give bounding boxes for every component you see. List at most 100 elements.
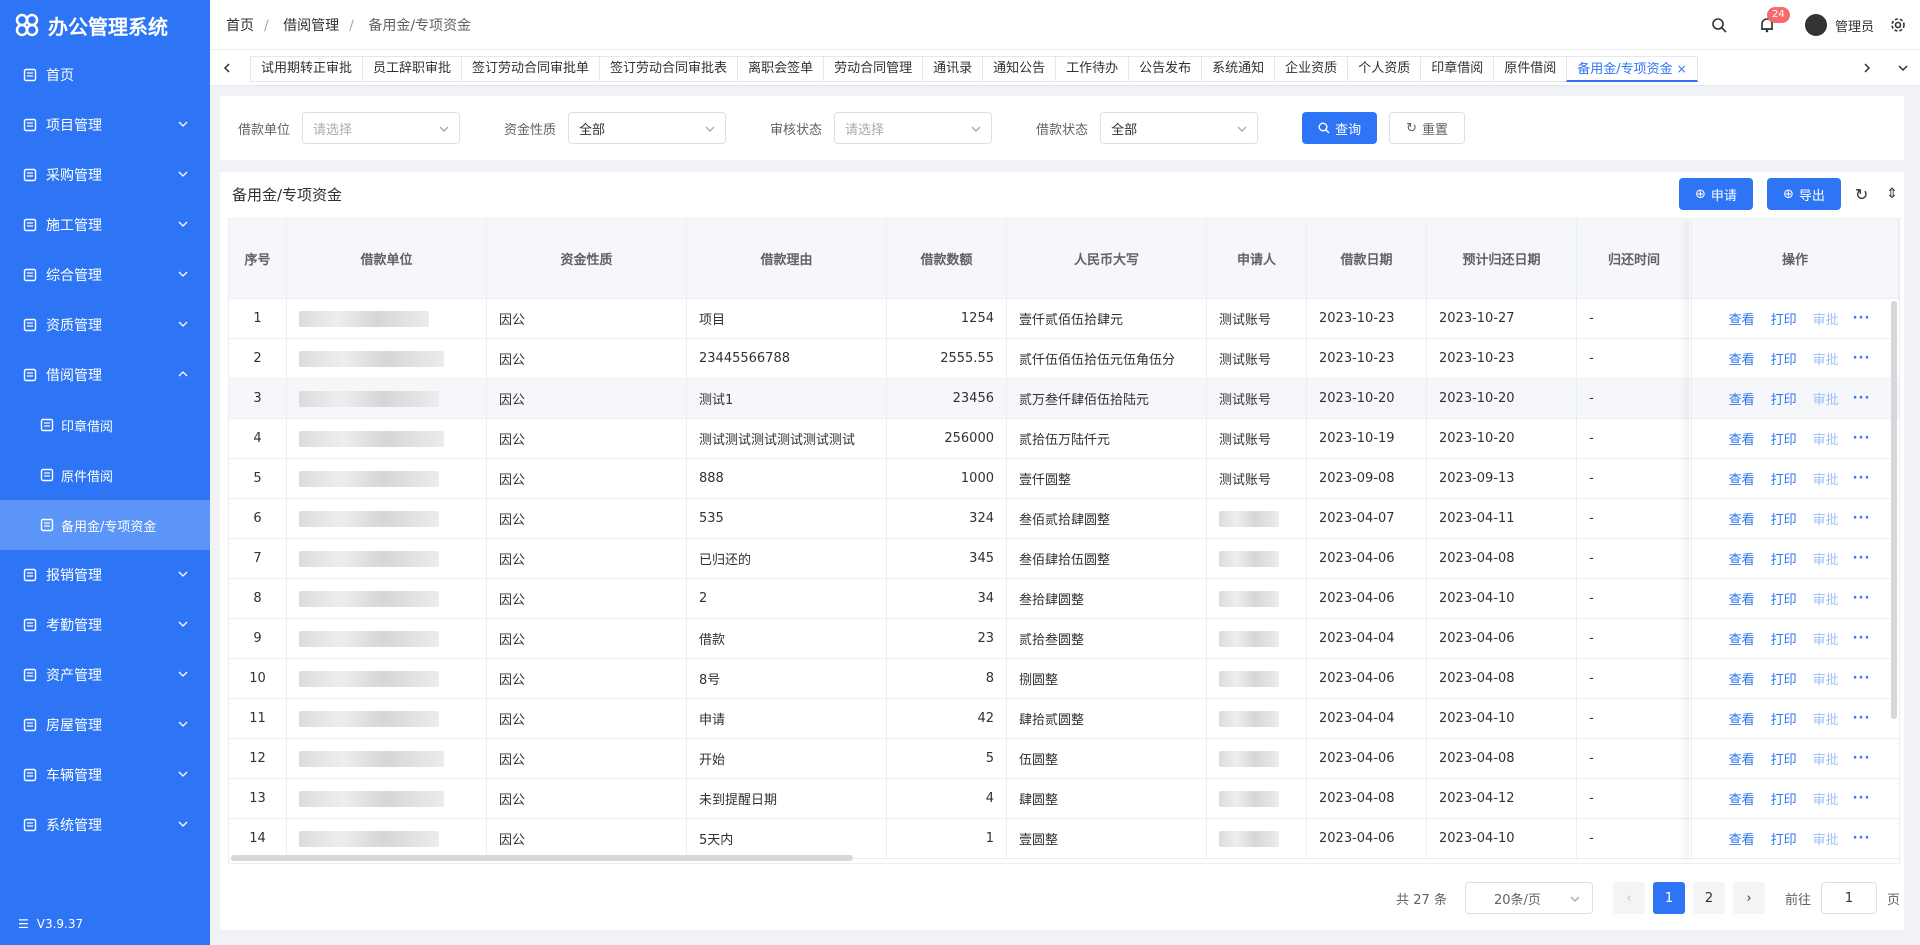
- table-row[interactable]: 5 因公 888 1000 壹仟圆整 测试账号 2023-09-08 2023-…: [229, 459, 1899, 499]
- sidebar-item-1[interactable]: 项目管理: [0, 100, 210, 150]
- tab-9[interactable]: 公告发布: [1128, 56, 1203, 82]
- cell-reason: 535: [687, 499, 887, 538]
- tab-1[interactable]: 员工辞职审批: [362, 56, 463, 82]
- tab-menu-chevron-down-icon[interactable]: [1886, 50, 1920, 86]
- sidebar-item-label: 综合管理: [46, 268, 102, 284]
- tab-13[interactable]: 印章借阅: [1420, 56, 1495, 82]
- redacted-unit: [299, 670, 439, 687]
- cell-due: 2023-09-13: [1427, 459, 1577, 498]
- sidebar-item-3[interactable]: 施工管理: [0, 200, 210, 250]
- tab-scroll-right-icon[interactable]: [1850, 50, 1884, 86]
- column-header: 借款日期: [1307, 219, 1427, 298]
- goto-page-input[interactable]: 1: [1820, 882, 1877, 914]
- query-button[interactable]: 查询: [1302, 112, 1378, 144]
- refresh-table-icon[interactable]: ↻: [1855, 185, 1868, 204]
- breadcrumb-borrow[interactable]: 借阅管理: [283, 18, 339, 34]
- table-row[interactable]: 13 因公 未到提醒日期 4 肆圆整 2023-04-08 2023-04-12…: [229, 779, 1899, 819]
- sidebar-subitem-0[interactable]: 印章借阅: [0, 400, 210, 450]
- cell-amount: 8: [887, 659, 1007, 698]
- wallet-icon: [22, 567, 38, 583]
- tab-10[interactable]: 系统通知: [1201, 56, 1276, 82]
- page-2-button[interactable]: 2: [1692, 882, 1725, 914]
- sidebar-item-9[interactable]: 资产管理: [0, 650, 210, 700]
- table-row[interactable]: 8 因公 2 34 叁拾肆圆整 2023-04-06 2023-04-10 - …: [229, 579, 1899, 619]
- filter-select-2[interactable]: 请选择: [834, 112, 993, 144]
- table-row[interactable]: 10 因公 8号 8 捌圆整 2023-04-06 2023-04-08 - 查…: [229, 659, 1899, 699]
- cell-reason: 测试1: [687, 379, 887, 418]
- collapse-icon[interactable]: ☰: [18, 917, 29, 931]
- close-icon[interactable]: ×: [1677, 62, 1687, 76]
- tab-label: 通知公告: [993, 61, 1046, 76]
- sidebar-item-0[interactable]: 首页: [0, 50, 210, 100]
- settings-gear-icon[interactable]: [1888, 15, 1908, 35]
- table-row[interactable]: 7 因公 已归还的 345 叁佰肆拾伍圆整 2023-04-06 2023-04…: [229, 539, 1899, 579]
- horizontal-scrollbar[interactable]: [231, 855, 853, 861]
- reset-button-label: 重置: [1421, 122, 1448, 138]
- avatar[interactable]: [1804, 14, 1827, 36]
- sidebar-item-11[interactable]: 车辆管理: [0, 750, 210, 800]
- tab-7[interactable]: 通知公告: [982, 56, 1057, 82]
- reset-button[interactable]: ↻ 重置: [1389, 112, 1465, 144]
- tab-15[interactable]: 备用金/专项资金 ×: [1566, 56, 1698, 82]
- tab-0[interactable]: 试用期转正审批: [250, 56, 364, 82]
- sidebar-item-12[interactable]: 系统管理: [0, 800, 210, 850]
- table-row[interactable]: 12 因公 开始 5 伍圆整 2023-04-06 2023-04-08 - 查…: [229, 739, 1899, 779]
- table-row[interactable]: 11 因公 申请 42 肆拾贰圆整 2023-04-04 2023-04-10 …: [229, 699, 1899, 739]
- table-row[interactable]: 3 因公 测试1 23456 贰万叁仟肆佰伍拾陆元 测试账号 2023-10-2…: [229, 379, 1899, 419]
- cell-date: 2023-04-06: [1307, 739, 1427, 778]
- export-button[interactable]: ⊕ 导出: [1766, 178, 1841, 210]
- sidebar-item-4[interactable]: 综合管理: [0, 250, 210, 300]
- tab-3[interactable]: 签订劳动合同审批表: [599, 56, 739, 82]
- filter-select-3[interactable]: 全部: [1100, 112, 1259, 144]
- cell-date: 2023-10-19: [1307, 419, 1427, 458]
- cell-applicant: [1207, 619, 1307, 658]
- tab-12[interactable]: 个人资质: [1347, 56, 1422, 82]
- next-page-button[interactable]: ›: [1732, 882, 1765, 914]
- column-toggle-icon[interactable]: ⇕: [1886, 186, 1898, 202]
- table-row[interactable]: 9 因公 借款 23 贰拾叁圆整 2023-04-04 2023-04-06 -…: [229, 619, 1899, 659]
- tab-label: 离职会签单: [748, 61, 814, 76]
- grid-icon: [22, 167, 38, 183]
- sidebar-item-2[interactable]: 采购管理: [0, 150, 210, 200]
- cell-amount: 23: [887, 619, 1007, 658]
- tab-4[interactable]: 离职会签单: [737, 56, 825, 82]
- table-row[interactable]: 6 因公 535 324 叁佰贰拾肆圆整 2023-04-07 2023-04-…: [229, 499, 1899, 539]
- sidebar-subitem-2[interactable]: 备用金/专项资金: [0, 500, 210, 550]
- page-size-select[interactable]: 20条/页: [1464, 882, 1593, 914]
- tab-5[interactable]: 劳动合同管理: [823, 56, 924, 82]
- table-row[interactable]: 1 因公 项目 1254 壹仟贰佰伍拾肆元 测试账号 2023-10-23 20…: [229, 299, 1899, 339]
- breadcrumb-current: 备用金/专项资金: [368, 17, 472, 34]
- cell-unit: [287, 499, 487, 538]
- sidebar-item-7[interactable]: 报销管理: [0, 550, 210, 600]
- tab-scroll-left-icon[interactable]: [210, 50, 244, 86]
- sidebar-item-6[interactable]: 借阅管理: [0, 350, 210, 400]
- filter-select-0[interactable]: 请选择: [302, 112, 461, 144]
- table-row[interactable]: 4 因公 测试测试测试测试测试测试 256000 贰拾伍万陆仟元 测试账号 20…: [229, 419, 1899, 459]
- table-row[interactable]: 2 因公 23445566788 2555.55 贰仟伍佰伍拾伍元伍角伍分 测试…: [229, 339, 1899, 379]
- sidebar-item-8[interactable]: 考勤管理: [0, 600, 210, 650]
- tab-14[interactable]: 原件借阅: [1493, 56, 1568, 82]
- cell-nature: 因公: [487, 579, 687, 618]
- tab-2[interactable]: 签订劳动合同审批单: [461, 56, 601, 82]
- tab-8[interactable]: 工作待办: [1055, 56, 1130, 82]
- cell-reason: 项目: [687, 299, 887, 338]
- cell-unit: [287, 739, 487, 778]
- redacted-unit: [299, 790, 444, 807]
- cell-no: 3: [229, 379, 287, 418]
- table-row[interactable]: 14 因公 5天内 1 壹圆整 2023-04-06 2023-04-10 - …: [229, 819, 1899, 859]
- vertical-scrollbar[interactable]: [1891, 301, 1897, 719]
- sidebar-subitem-1[interactable]: 原件借阅: [0, 450, 210, 500]
- apply-button[interactable]: ⊕ 申请: [1679, 178, 1753, 210]
- sidebar-item-10[interactable]: 房屋管理: [0, 700, 210, 750]
- bell-icon[interactable]: 24: [1757, 7, 1790, 35]
- breadcrumb-home[interactable]: 首页: [226, 18, 254, 34]
- page-1-button[interactable]: 1: [1652, 882, 1685, 914]
- sidebar-item-5[interactable]: 资质管理: [0, 300, 210, 350]
- search-icon[interactable]: [1709, 15, 1729, 35]
- filter-select-1[interactable]: 全部: [568, 112, 727, 144]
- tab-11[interactable]: 企业资质: [1274, 56, 1349, 82]
- prev-page-button[interactable]: ‹: [1612, 882, 1645, 914]
- username[interactable]: 管理员: [1835, 16, 1874, 35]
- cell-nature: 因公: [487, 459, 687, 498]
- tab-6[interactable]: 通讯录: [922, 56, 984, 82]
